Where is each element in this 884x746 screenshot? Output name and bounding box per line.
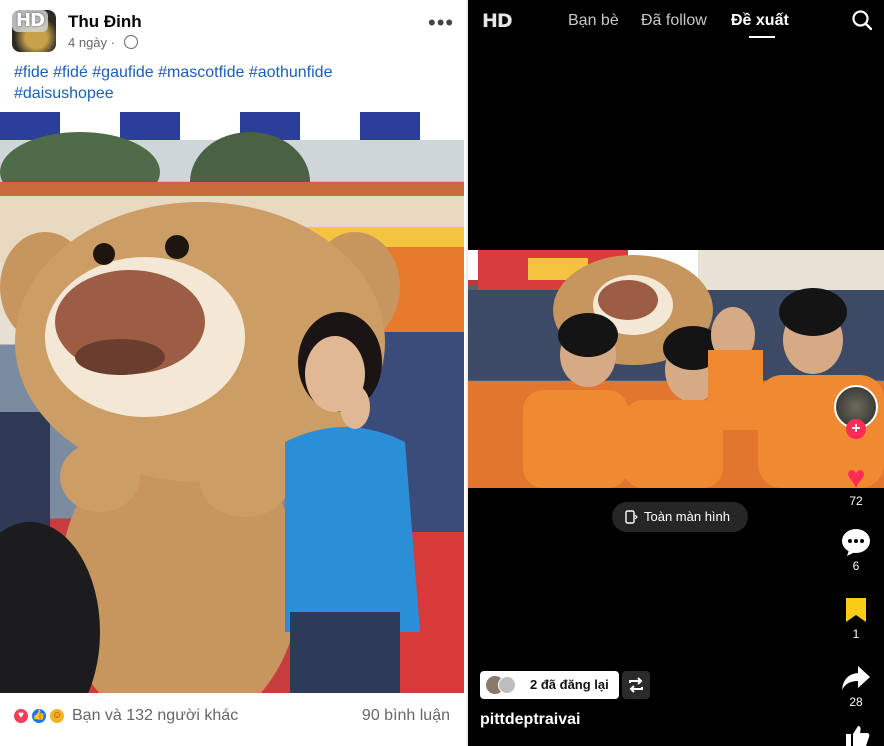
video-author[interactable]: pittdeptraivai (480, 711, 580, 729)
tiktok-feed: HD Bạn bè Đã follow Đề xuất Toàn màn hìn… (468, 0, 884, 746)
like-count: 72 (849, 494, 863, 508)
more-action[interactable] (832, 724, 880, 746)
love-reaction-icon: ♥ (12, 707, 30, 725)
follow-plus-icon[interactable]: + (846, 419, 866, 439)
author-name[interactable]: Thu Đinh (68, 12, 142, 32)
caption-hashtags[interactable]: #daisushopee (14, 83, 454, 104)
heart-icon[interactable]: ♥ (832, 460, 880, 494)
share-icon[interactable] (841, 664, 871, 692)
caption-hashtags[interactable]: #fide #fidé #gaufide #mascotfide #aothun… (14, 62, 454, 83)
tab-friends[interactable]: Bạn bè (568, 12, 619, 30)
tab-following[interactable]: Đã follow (641, 12, 707, 30)
mascot-photo (0, 112, 464, 693)
fullscreen-label: Toàn màn hình (644, 509, 731, 524)
reaction-count[interactable]: Bạn và 132 người khác (72, 707, 238, 725)
share-count: 28 (849, 695, 863, 709)
facebook-post: HD Thu Đinh 4 ngày · ••• #fide #fidé #ga… (0, 0, 466, 746)
bookmark-icon[interactable] (844, 596, 868, 624)
video-player[interactable] (468, 250, 884, 488)
repeat-icon (629, 677, 643, 693)
tab-for-you[interactable]: Đề xuất (731, 12, 789, 30)
fullscreen-icon (625, 510, 638, 524)
post-caption: #fide #fidé #gaufide #mascotfide #aothun… (14, 62, 454, 104)
more-options-icon[interactable]: ••• (428, 10, 454, 36)
repost-pill[interactable]: 2 đã đăng lại (480, 671, 619, 699)
thumbs-up-icon[interactable] (842, 724, 870, 746)
hd-badge: HD (12, 10, 49, 32)
post-timestamp[interactable]: 4 ngày · (68, 35, 115, 50)
comment-count[interactable]: 90 bình luận (362, 707, 450, 725)
active-tab-indicator (749, 36, 775, 38)
comment-action[interactable]: 6 (832, 528, 880, 573)
repost-avatar-2 (498, 676, 516, 694)
avatar[interactable]: HD (12, 10, 56, 52)
video-frame (468, 250, 884, 488)
post-header: HD Thu Đinh 4 ngày · ••• (0, 0, 466, 60)
save-count: 1 (852, 627, 860, 641)
comment-count: 6 (852, 559, 860, 573)
globe-icon (124, 35, 138, 49)
reactions-bar: ♥ 👍 ☺ Bạn và 132 người khác 90 bình luận (0, 694, 466, 738)
creator-avatar[interactable]: + (832, 385, 880, 445)
repost-label: 2 đã đăng lại (530, 677, 609, 692)
haha-reaction-icon: ☺ (48, 707, 66, 725)
fullscreen-button[interactable]: Toàn màn hình (612, 502, 748, 532)
search-icon[interactable] (852, 10, 872, 30)
share-action[interactable]: 28 (832, 664, 880, 709)
comment-icon[interactable] (841, 528, 871, 556)
post-photo[interactable] (0, 112, 464, 693)
save-action[interactable]: 1 (832, 596, 880, 641)
like-reaction-icon: 👍 (30, 707, 48, 725)
repost-icon[interactable] (622, 671, 650, 699)
like-action[interactable]: ♥ 72 (832, 460, 880, 508)
hd-badge: HD (482, 10, 513, 32)
